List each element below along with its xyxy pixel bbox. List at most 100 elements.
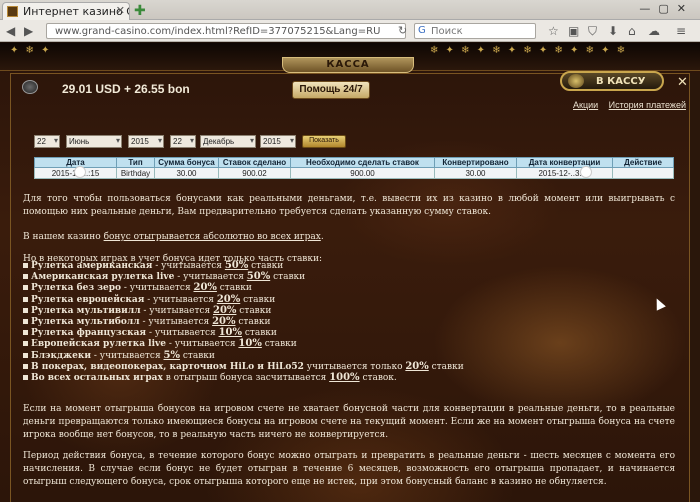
game-name: Европейская рулетка live — [31, 339, 166, 350]
game-percent: 20% — [212, 315, 236, 327]
close-panel-icon[interactable]: ✕ — [677, 75, 688, 90]
shield-icon[interactable]: ⛉ — [588, 24, 597, 39]
game-text: - учитывается — [144, 294, 217, 305]
bullet-icon — [23, 296, 28, 302]
game-suffix: ставки — [240, 294, 276, 305]
menu-icon[interactable]: ≡ — [676, 24, 686, 38]
bullet-icon — [23, 263, 28, 268]
game-percent: 20% — [405, 360, 429, 372]
back-icon[interactable]: ◀ — [6, 24, 15, 38]
reload-icon[interactable]: ↻ — [398, 24, 407, 37]
game-text: - учитывается — [146, 328, 219, 339]
col-bonus-amount: Сумма бонуса — [154, 157, 219, 168]
game-name: Рулетка без зеро — [31, 283, 122, 294]
game-contribution-list: Рулетка американская - учитывается 50% с… — [23, 261, 683, 384]
search-input[interactable]: G Поиск — [414, 23, 536, 39]
bullet-icon — [23, 352, 28, 358]
col-date: Дата — [34, 157, 117, 168]
game-text: - учитывается — [140, 305, 214, 316]
table-header-row: Дата Тип Сумма бонуса Ставок сделано Нео… — [34, 157, 674, 168]
help-button[interactable]: Помощь 24/7 — [292, 81, 370, 99]
list-item: Рулетка мультиболл - учитывается 20% ста… — [23, 315, 683, 327]
game-percent: 100% — [329, 371, 360, 383]
url-bar[interactable]: www.grand-casino.com/index.html?RefID=37… — [46, 23, 406, 39]
slider-handle-right[interactable] — [580, 166, 592, 178]
game-suffix: ставки — [235, 316, 271, 327]
col-conversion-date: Дата конвертации — [516, 157, 613, 168]
cell-action[interactable] — [612, 167, 674, 179]
coin-icon — [568, 74, 584, 88]
list-item: Рулетка без зеро - учитывается 20% ставк… — [23, 283, 683, 293]
balance-toggle-icon[interactable] — [22, 80, 38, 94]
window-controls[interactable]: —▢✕ — [639, 2, 694, 15]
game-suffix: ставки — [241, 328, 277, 339]
day-to-select[interactable]: 22 — [170, 135, 196, 148]
reading-list-icon[interactable]: ▣ — [568, 24, 579, 38]
game-suffix: ставки — [216, 283, 252, 294]
bullet-icon — [23, 341, 28, 347]
game-name: Рулетка мультиболл — [31, 316, 140, 327]
game-percent: 5% — [163, 349, 180, 361]
list-item: Рулетка американская - учитывается 50% с… — [23, 261, 683, 271]
game-text: - учитывается — [121, 283, 194, 294]
new-tab-icon[interactable]: ✚ — [134, 3, 146, 19]
show-button[interactable]: Показать — [302, 135, 346, 148]
bullet-icon — [23, 307, 28, 313]
kassa-title: КАССА — [282, 57, 414, 73]
game-percent: 10% — [218, 327, 242, 339]
chat-icon[interactable]: ☁ — [648, 24, 660, 38]
col-converted: Конвертировано — [434, 157, 517, 168]
game-percent: 50% — [224, 260, 249, 271]
cell-converted: 30.00 — [434, 167, 517, 179]
game-percent: 20% — [216, 293, 241, 305]
game-name: Рулетка французская — [31, 328, 147, 339]
paragraph-conversion: Если на момент отыгрыша бонусов на игров… — [23, 404, 675, 440]
search-engine-icon: G — [418, 25, 426, 36]
year-from-select[interactable]: 2015 — [128, 135, 164, 148]
game-name: Рулетка американская — [31, 261, 153, 271]
month-to-select[interactable]: Декабрь — [200, 135, 256, 148]
game-percent: 50% — [246, 271, 271, 283]
bullet-icon — [23, 318, 28, 324]
game-percent: 20% — [213, 304, 237, 316]
game-name: Рулетка европейская — [31, 294, 145, 305]
list-item: Рулетка европейская - учитывается 20% ст… — [23, 293, 683, 305]
game-suffix: ставки — [270, 272, 306, 283]
tab-title: Интернет казино G... — [23, 5, 129, 18]
day-from-select[interactable]: 22 — [34, 135, 60, 148]
to-cashier-button[interactable]: В КАССУ — [560, 71, 664, 91]
browser-tab[interactable]: Интернет казино G... ✕ — [2, 2, 130, 20]
list-item: В покерах, видеопокерах, карточном HiLo … — [23, 360, 683, 372]
cell-type: Birthday — [116, 167, 155, 179]
paragraph-wagering: Для того чтобы пользоваться бонусами как… — [23, 194, 675, 217]
promotions-link[interactable]: Акции — [573, 100, 598, 110]
scrollbar[interactable] — [690, 73, 700, 502]
bullet-icon — [23, 274, 28, 280]
col-bets-required: Необходимо сделать ставок — [290, 157, 435, 168]
year-to-select[interactable]: 2015 — [260, 135, 296, 148]
casino-page: ✦ ❄ ✦ ❄ ✦ ❄ ✦ ❄ ✦ ❄ ✦ ❄ ✦ ❄ ✦ ❄ КАССА 29… — [0, 43, 700, 502]
col-type: Тип — [116, 157, 155, 168]
col-bets-made: Ставок сделано — [218, 157, 291, 168]
slider-handle-left[interactable] — [74, 166, 86, 178]
list-item: Рулетка мультивилл - учитывается 20% ста… — [23, 304, 683, 316]
star-icon[interactable]: ☆ — [548, 24, 559, 38]
game-text: - учитывается — [152, 261, 225, 271]
game-name: Блэкджеки — [31, 350, 92, 361]
bullet-icon — [23, 363, 28, 369]
game-suffix: ставки — [179, 350, 215, 361]
game-name: Во всех остальных играх — [31, 372, 163, 383]
bullet-icon — [23, 285, 28, 291]
forward-icon[interactable]: ▶ — [24, 24, 33, 38]
close-tab-icon[interactable]: ✕ — [116, 4, 125, 17]
month-from-select[interactable]: Июнь — [66, 135, 122, 148]
payment-history-link[interactable]: История платежей — [609, 100, 686, 110]
account-links: Акции История платежей — [565, 100, 686, 110]
home-icon[interactable]: ⌂ — [628, 24, 636, 38]
bonus-table: Дата Тип Сумма бонуса Ставок сделано Нео… — [34, 157, 674, 179]
game-percent: 20% — [193, 282, 217, 294]
all-games-link[interactable]: бонус отыгрывается абсолютно во всех игр… — [104, 232, 321, 242]
download-icon[interactable]: ⬇ — [608, 24, 618, 38]
cell-bonus-amount: 30.00 — [154, 167, 219, 179]
game-suffix: ставок. — [359, 372, 397, 383]
